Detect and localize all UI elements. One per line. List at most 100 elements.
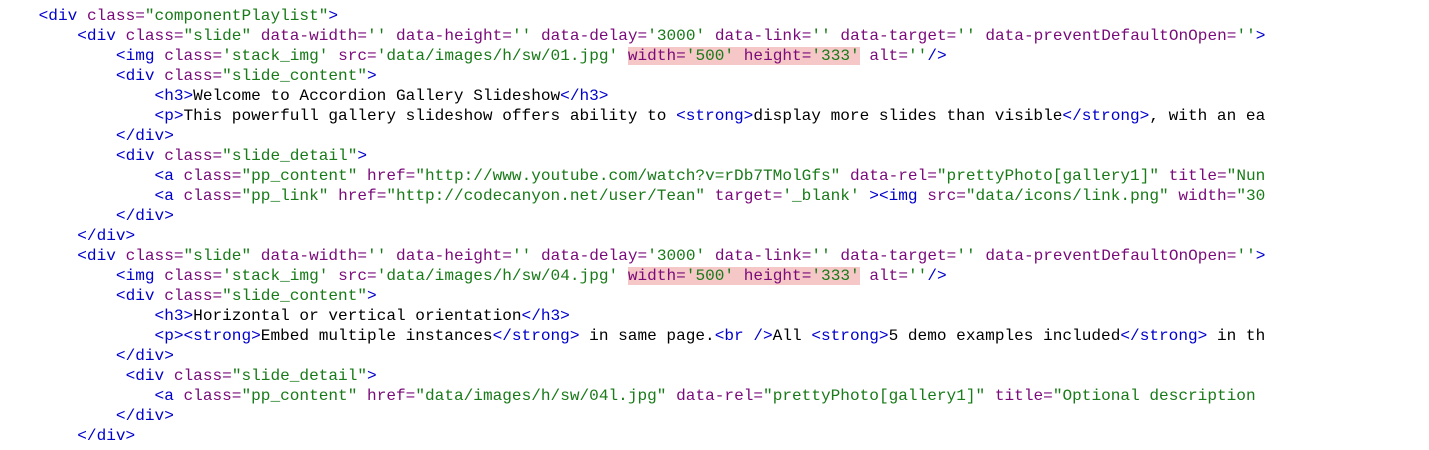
attribute-name: class= (86, 7, 145, 25)
attribute-name: title= (1168, 167, 1227, 185)
code-text: Welcome to Accordion Gallery Slideshow (193, 87, 561, 105)
attribute-name: data-height= (396, 27, 512, 45)
markup-tag: <h3> (154, 307, 194, 325)
attribute-name: class= (164, 67, 223, 85)
code-text: Horizontal or vertical orientation (193, 307, 522, 325)
attribute-value: 'stack_img' (222, 267, 329, 285)
code-line: <div class="slide" data-width='' data-he… (0, 26, 1429, 46)
attribute-value: "prettyPhoto[gallery1]" (936, 167, 1160, 185)
code-line: <div class="slide_content"> (0, 66, 1429, 86)
attribute-name: data-target= (840, 247, 957, 265)
highlighted-attribute-name: height= (743, 267, 812, 285)
attribute-value: "http://codecanyon.net/user/Tean" (386, 187, 706, 205)
markup-tag: <p><strong> (154, 327, 261, 345)
attribute-name: href= (367, 167, 416, 185)
highlighted-attribute-value: '333' (811, 47, 860, 65)
markup-tag: <div (77, 247, 126, 265)
highlighted-attribute-value: '333' (811, 267, 860, 285)
attribute-value: '' (811, 247, 831, 265)
markup-tag: <strong> (676, 107, 754, 125)
attribute-value: '' (367, 247, 387, 265)
code-line: <a class="pp_content" href="http://www.y… (0, 166, 1429, 186)
attribute-value: "pp_content" (241, 387, 358, 405)
attribute-name: width= (1178, 187, 1237, 205)
markup-tag: <div (77, 27, 126, 45)
markup-tag: ><img (869, 187, 928, 205)
markup-tag: <div (115, 147, 165, 165)
code-text: All (772, 327, 812, 345)
attribute-name: src= (338, 47, 377, 65)
attribute-value: "slide_content" (222, 67, 368, 85)
markup-tag: <div (115, 287, 165, 305)
attribute-name: class= (183, 387, 242, 405)
attribute-value: "Nun (1226, 167, 1266, 185)
attribute-value: '' (907, 47, 928, 65)
attribute-value: "slide" (183, 27, 252, 45)
code-line: <div class="componentPlaylist"> (0, 6, 1429, 26)
attribute-value: 'data/images/h/sw/01.jpg' (376, 47, 619, 65)
markup-tag: <br /> (714, 327, 773, 345)
attribute-name: data-preventDefaultOnOpen= (985, 27, 1237, 45)
attribute-value: '' (811, 27, 831, 45)
attribute-value: "30 (1236, 187, 1266, 205)
attribute-value: "slide_detail" (222, 147, 358, 165)
attribute-name: src= (338, 267, 377, 285)
markup-tag: </div> (115, 127, 174, 145)
attribute-name: data-preventDefaultOnOpen= (985, 247, 1237, 265)
attribute-value: '' (511, 27, 532, 45)
attribute-name: target= (714, 187, 783, 205)
attribute-value: "data/icons/link.png" (965, 187, 1169, 205)
code-line: <p>This powerfull gallery slideshow offe… (0, 106, 1429, 126)
code-view: <div class="componentPlaylist"> <div cla… (0, 6, 1429, 450)
attribute-name: data-link= (714, 27, 812, 45)
attribute-value: '3000' (647, 27, 706, 45)
code-line: <h3>Horizontal or vertical orientation</… (0, 306, 1429, 326)
attribute-name: class= (183, 187, 242, 205)
code-line: <h3>Welcome to Accordion Gallery Slidesh… (0, 86, 1429, 106)
attribute-value: '' (1236, 247, 1256, 265)
attribute-name: data-delay= (540, 27, 648, 45)
attribute-value: '' (1236, 27, 1256, 45)
markup-tag: <a (154, 167, 184, 185)
markup-tag: <a (154, 387, 184, 405)
markup-tag: <h3> (154, 87, 194, 105)
code-line: </div> (0, 206, 1429, 226)
markup-tag: <strong> (811, 327, 889, 345)
code-text: in same page. (579, 327, 715, 345)
markup-tag: </strong> (1120, 327, 1208, 345)
code-line: <div class="slide_content"> (0, 286, 1429, 306)
attribute-name: class= (125, 27, 184, 45)
attribute-value: "slide" (183, 247, 252, 265)
attribute-name: class= (164, 47, 223, 65)
code-text: Embed multiple instances (260, 327, 493, 345)
highlighted-attribute-value: '500' (685, 47, 735, 65)
markup-tag: > (1255, 247, 1266, 265)
markup-tag: > (367, 67, 377, 85)
attribute-name: data-delay= (540, 247, 648, 265)
markup-tag: > (367, 367, 377, 385)
markup-tag: </div> (115, 347, 174, 365)
markup-tag: </div> (77, 227, 136, 245)
markup-tag: </div> (77, 427, 136, 445)
